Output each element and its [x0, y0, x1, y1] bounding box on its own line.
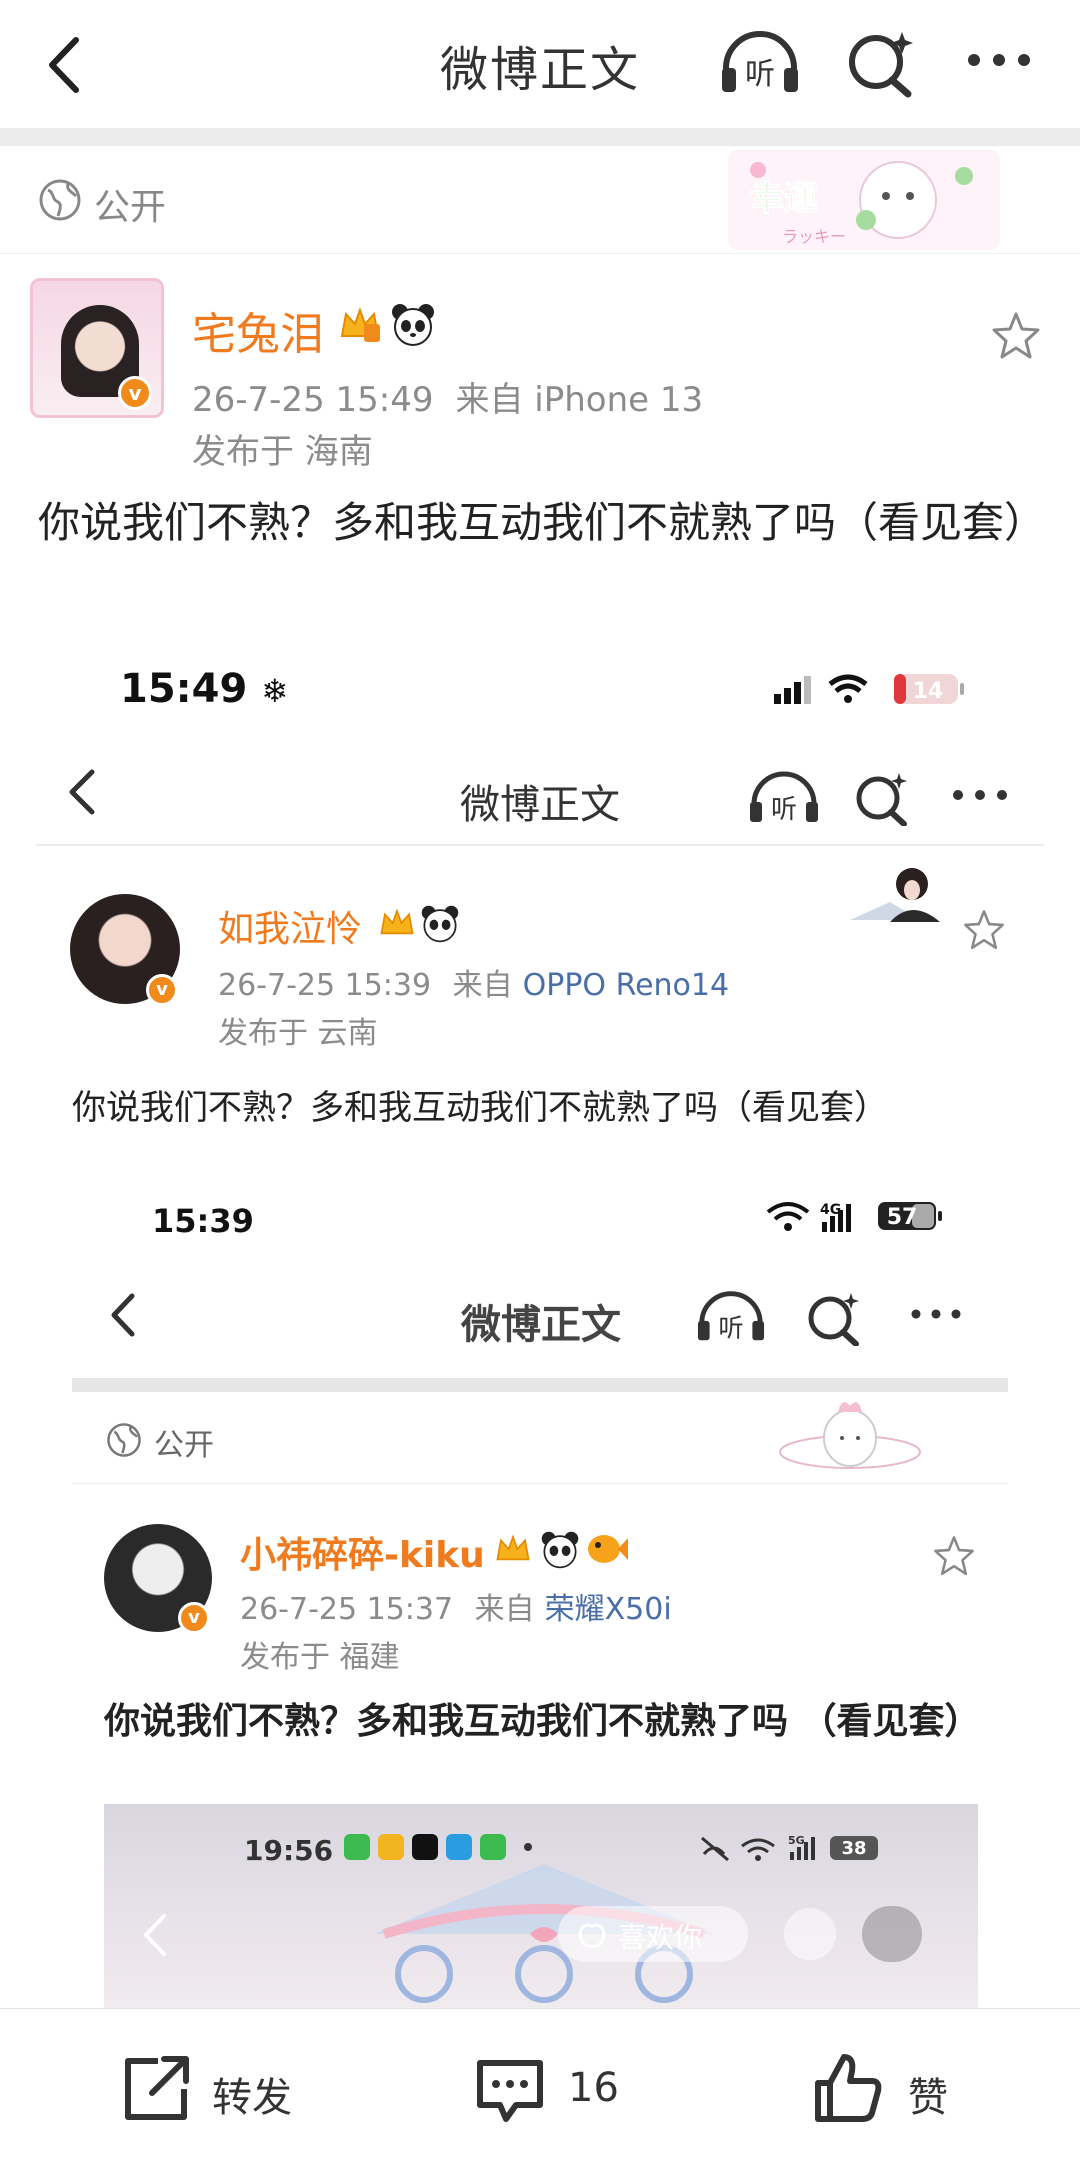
deco-subtitle: ラッキー [782, 227, 846, 246]
repost-icon [125, 2056, 189, 2120]
repost-label: 转发 [212, 2075, 292, 2121]
lucky-card-decoration: 幸運 ラッキー [728, 150, 1000, 250]
panda-icon [392, 304, 434, 346]
source-prefix: 来自 [474, 1592, 535, 1627]
bottom-action-bar: 转发 16 赞 [0, 2008, 1080, 2170]
post-timestamp: 26-7-25 15:49 [192, 380, 434, 420]
star-outline-icon [934, 1536, 974, 1576]
post-body: 你说我们不熟？多和我互动我们不就熟了吗（看见套） [72, 1088, 888, 1128]
verified-badge-icon: v [178, 1602, 210, 1634]
top-nav-bar: 微博正文 听 [0, 0, 1080, 128]
more-icon [911, 1309, 961, 1319]
source-prefix: 来自 [452, 968, 513, 1003]
listen-icon: 听 [697, 1291, 765, 1342]
verified-badge-icon: v [118, 376, 152, 410]
verified-badge-icon: v [146, 974, 178, 1006]
embedded-title: 微博正文 [461, 1302, 621, 1348]
listen-icon[interactable]: 听 [718, 28, 802, 94]
embedded-title: 微博正文 [460, 782, 620, 828]
deco-title: 幸運 [750, 179, 818, 219]
source-device: OPPO Reno14 [522, 968, 730, 1003]
bunny-decoration [779, 1402, 921, 1469]
crown-icon [496, 1534, 530, 1561]
repost-button[interactable]: 转发 [118, 2051, 308, 2127]
embedded-screenshot[interactable]: 15:49 ❄ 14 微博正文 听 v 如我泣怜 26-7-25 15:39 来… [0, 636, 1080, 2008]
star-outline-icon[interactable] [990, 310, 1042, 362]
comment-icon [477, 2060, 543, 2122]
like-label: 赞 [908, 2075, 948, 2121]
like-label: 喜欢你 [618, 1921, 703, 1954]
post-body: 你说我们不熟？多和我互动我们不就熟了吗 （看见套） [104, 1701, 981, 1742]
source-device: 荣耀X50i [544, 1592, 672, 1627]
apple-icon [578, 1923, 606, 1948]
username[interactable]: 宅兔泪 [192, 298, 324, 362]
svg-text:听: 听 [718, 1313, 743, 1342]
search-icon [784, 1908, 836, 1960]
back-icon [143, 1914, 166, 1956]
app-notification-icons [344, 1834, 532, 1860]
username: 如我泣怜 [218, 909, 363, 950]
post-meta: 26-7-25 15:37 来自 荣耀X50i [240, 1584, 672, 1628]
post-source: 来自 iPhone 13 [455, 380, 704, 420]
nested-screenshot-image: 19:56 5G 38 喜欢你 [104, 1804, 978, 2008]
panda-icon [541, 1531, 579, 1569]
more-icon [862, 1906, 922, 1962]
comment-count: 16 [568, 2065, 619, 2111]
status-time: 19:56 [244, 1834, 334, 1867]
post-location: 发布于 云南 [218, 1016, 378, 1051]
super-topic-icon [808, 1293, 859, 1346]
comment-button[interactable]: 16 [472, 2051, 652, 2127]
svg-text:14: 14 [913, 679, 944, 704]
crown-icon [340, 307, 380, 342]
listen-icon: 听 [750, 771, 818, 824]
page-title: 微博正文 [439, 42, 640, 98]
globe-icon [39, 179, 81, 221]
post-timestamp: 26-7-25 15:37 [240, 1592, 454, 1627]
visibility-row: 公开 [72, 1392, 1008, 1484]
svg-text:听: 听 [771, 795, 797, 824]
post-location: 发布于 海南 [192, 432, 373, 472]
star-outline-icon [964, 910, 1004, 950]
status-time: 15:49 ❄ [120, 666, 289, 712]
svg-text:听: 听 [745, 57, 775, 92]
panda-icon [421, 905, 459, 943]
svg-text:38: 38 [841, 1838, 866, 1859]
like-button[interactable]: 赞 [810, 2051, 980, 2127]
post-timestamp: 26-7-25 15:39 [218, 968, 432, 1003]
fish-icon [588, 1535, 628, 1563]
embedded-nav-bar: 微博正文 听 [0, 736, 1080, 846]
more-icon [953, 790, 1007, 800]
post-meta: 26-7-25 15:49 来自 iPhone 13 [192, 372, 703, 421]
visibility-row: 公开 幸運 ラッキー [0, 146, 1080, 254]
svg-text:5G: 5G [788, 1834, 805, 1847]
status-icons: 14 [774, 674, 964, 704]
status-icons: 4G 57 [766, 1202, 942, 1232]
svg-text:57: 57 [887, 1205, 918, 1230]
visibility-label: 公开 [154, 1428, 214, 1463]
section-divider [0, 128, 1080, 146]
like-pill: 喜欢你 [558, 1906, 748, 1962]
divider [36, 844, 1044, 846]
globe-icon [107, 1423, 141, 1457]
post-body: 你说我们不熟？多和我互动我们不就熟了吗（看见套） [38, 498, 1047, 547]
super-topic-icon[interactable] [846, 28, 916, 98]
section-divider [72, 1378, 1008, 1392]
visibility-label: 公开 [94, 187, 167, 228]
super-topic-icon [856, 773, 907, 826]
more-icon[interactable] [964, 46, 1034, 74]
post-location: 发布于 福建 [240, 1640, 400, 1675]
thumbs-up-icon [815, 2054, 882, 2122]
status-time: 15:39 [152, 1202, 254, 1240]
crown-icon [380, 908, 414, 935]
embedded-nav-bar: 微博正文 听 [72, 1262, 1010, 1372]
status-icons: 5G 38 [701, 1834, 878, 1862]
username: 小祎碎碎-kiku [240, 1535, 485, 1576]
post-meta: 26-7-25 15:39 来自 OPPO Reno14 [218, 960, 729, 1004]
